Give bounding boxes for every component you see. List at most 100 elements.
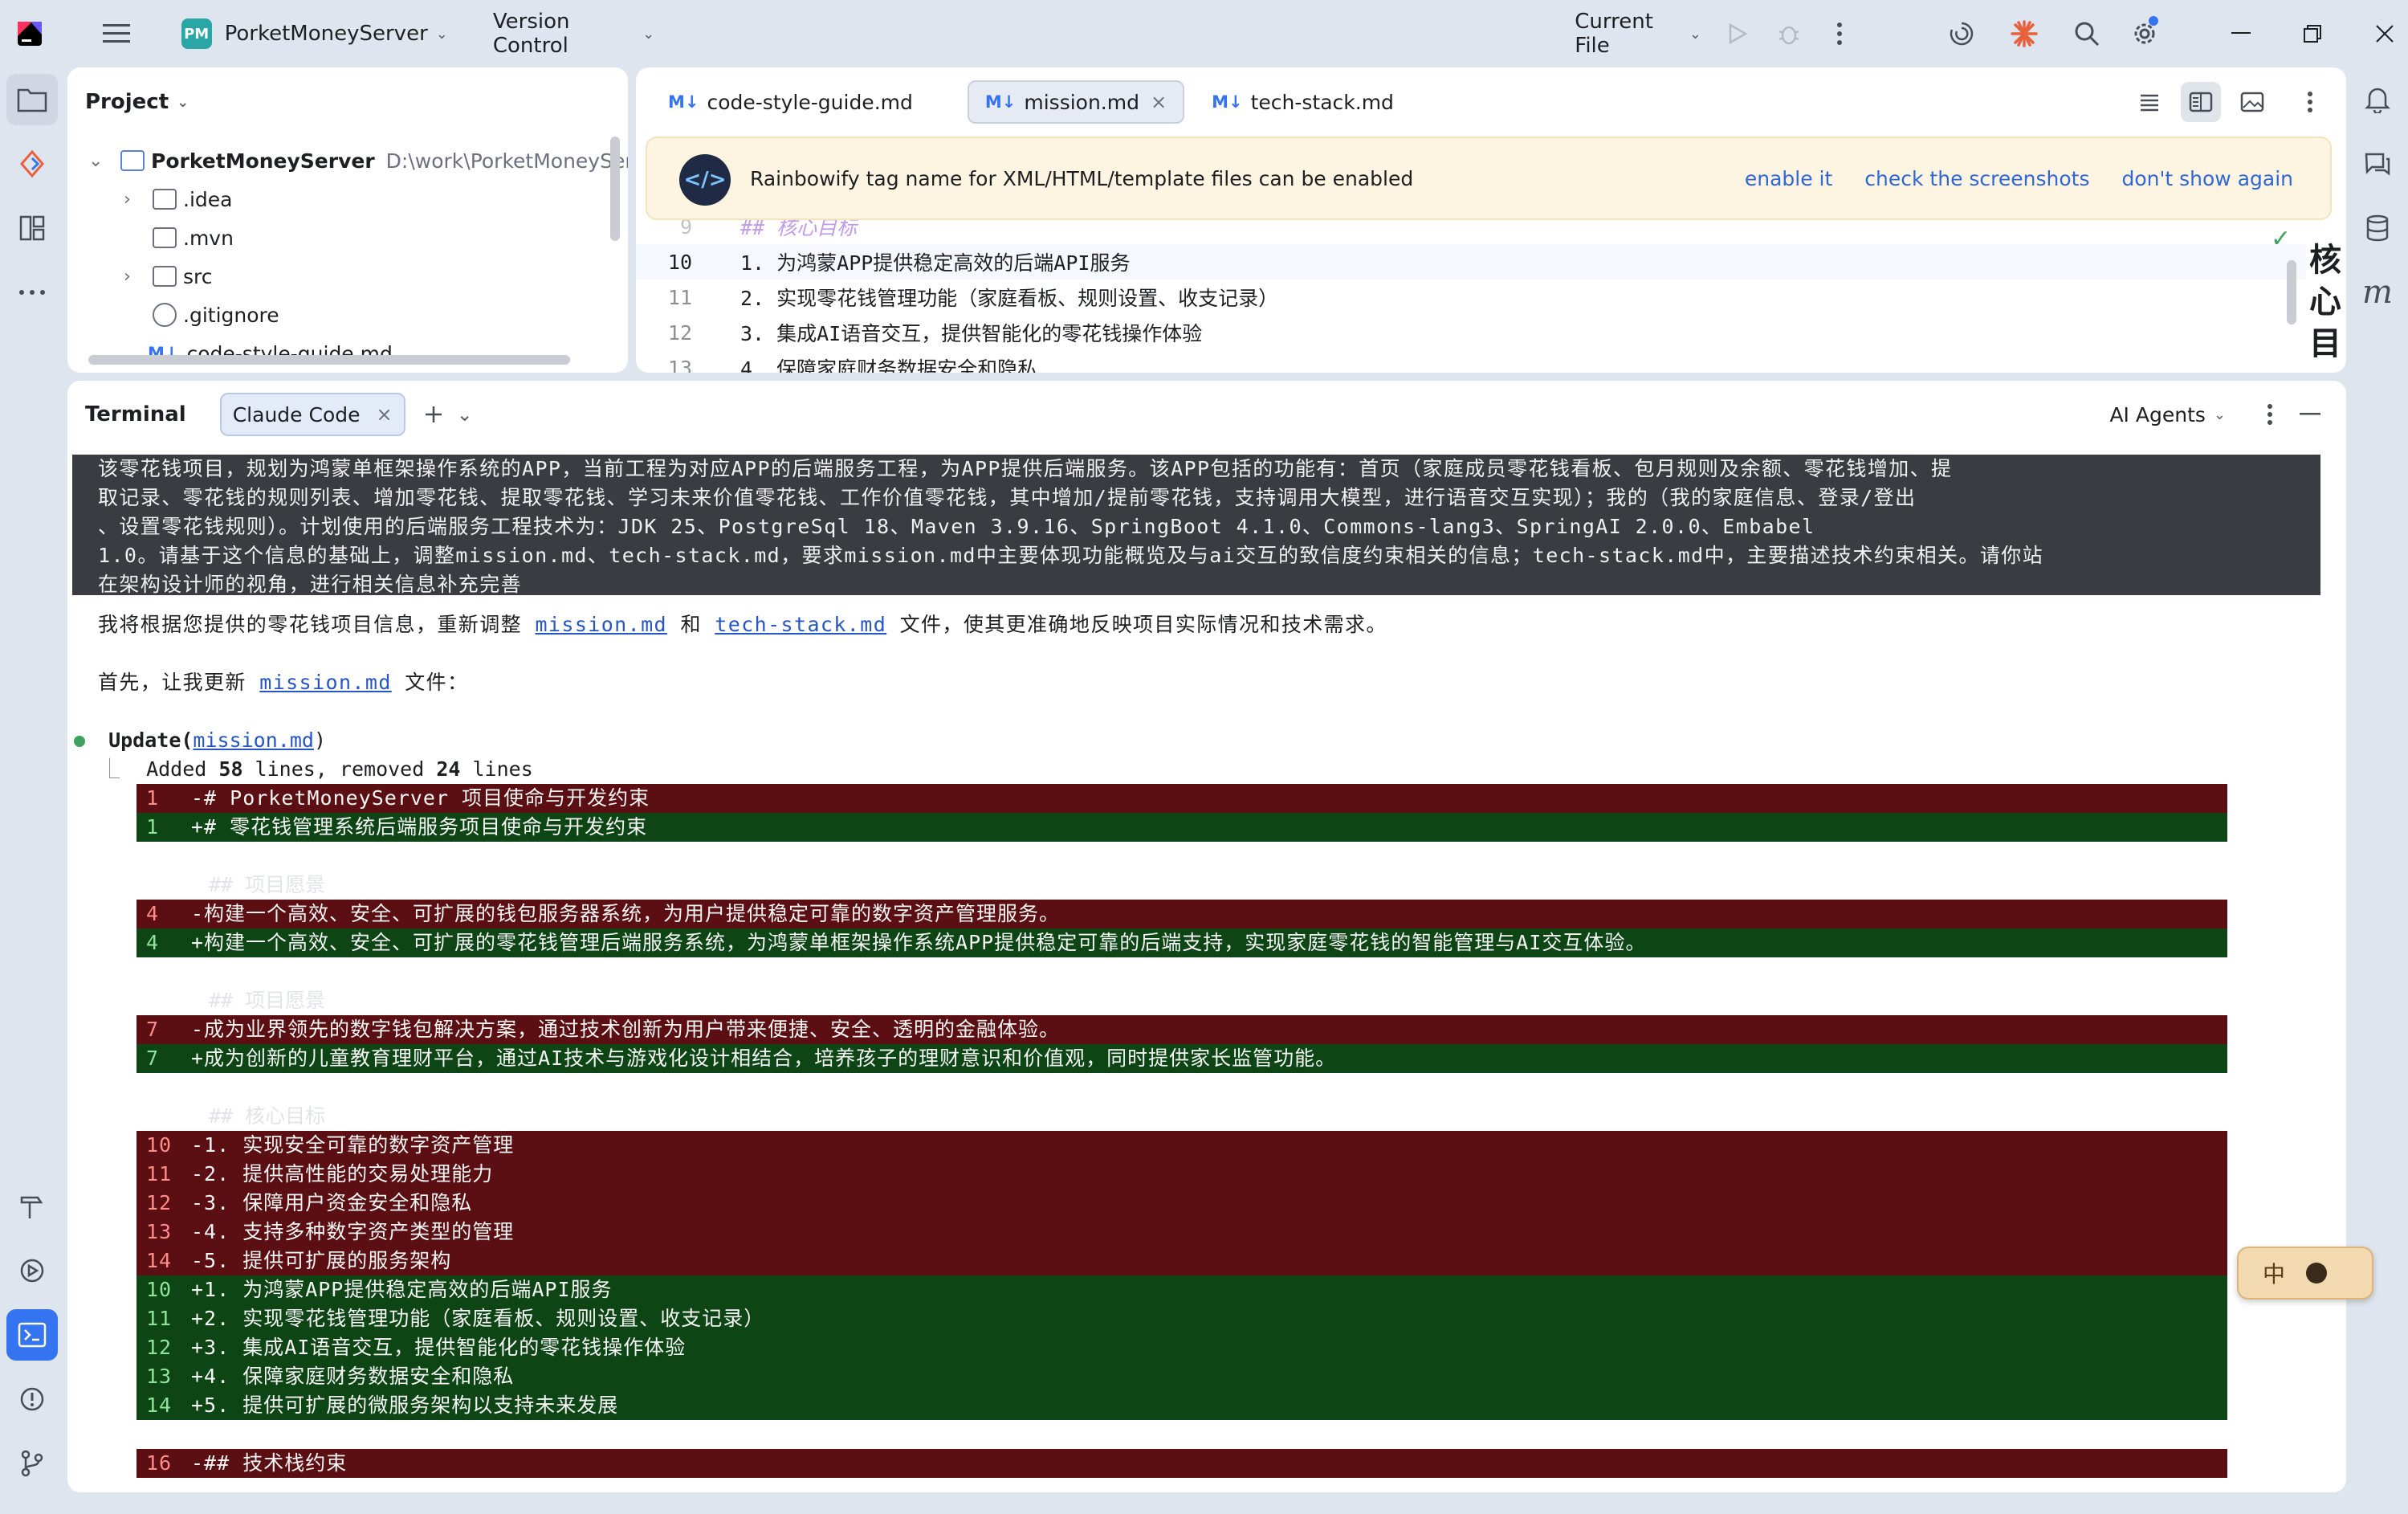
ai-agents-selector[interactable]: AI Agents ⌄: [2109, 403, 2226, 426]
project-tool-icon[interactable]: [6, 74, 58, 125]
tree-item[interactable]: › .idea: [124, 180, 232, 218]
mission-md-link[interactable]: mission.md: [535, 613, 667, 636]
diff-line-removed: 14 -5. 提供可扩展的服务架构: [136, 1247, 2227, 1275]
gitee-icon[interactable]: [6, 138, 58, 190]
project-panel-header[interactable]: Project ⌄: [67, 67, 628, 137]
code-text: 3. 集成AI语音交互，提供智能化的零花钱操作体验: [740, 322, 1203, 345]
run-config-selector[interactable]: Current File ⌄: [1575, 10, 1701, 58]
new-terminal-icon[interactable]: [414, 394, 454, 435]
settings-icon[interactable]: [2121, 8, 2168, 59]
editor-more-icon[interactable]: [2290, 82, 2330, 122]
more-actions-icon[interactable]: [1817, 8, 1864, 59]
tree-item[interactable]: M↓ code-style-guide.md: [148, 334, 393, 373]
vertical-scrollbar[interactable]: [610, 137, 620, 241]
tab-tech-stack[interactable]: M↓ tech-stack.md: [1196, 80, 1410, 124]
git-branch-icon[interactable]: [6, 1438, 58, 1489]
terminal-more-icon[interactable]: [2250, 394, 2290, 435]
diff-context-line: ## 项目愿景: [209, 873, 326, 896]
prompt-line: 该零花钱项目，规划为鸿蒙单框架操作系统的APP，当前工程为对应APP的后端服务工…: [98, 457, 1953, 480]
horizontal-scrollbar[interactable]: [88, 355, 570, 365]
tab-claude-code[interactable]: Claude Code ×: [219, 393, 405, 436]
tree-item-label: .gitignore: [183, 303, 279, 327]
chevron-right-icon: ›: [124, 189, 131, 210]
problems-icon[interactable]: [6, 1373, 58, 1425]
build-hammer-icon[interactable]: [6, 1181, 58, 1232]
project-name: PorketMoneyServer: [224, 22, 428, 46]
dont-show-again-link[interactable]: don't show again: [2122, 167, 2294, 190]
diff-line-added: 1 +# 零花钱管理系统后端服务项目使命与开发约束: [136, 813, 2227, 842]
terminal-output[interactable]: 该零花钱项目，规划为鸿蒙单框架操作系统的APP，当前工程为对应APP的后端服务工…: [72, 448, 2341, 1492]
diff-line-removed: 13 -4. 支持多种数字资产类型的管理: [136, 1218, 2227, 1247]
structure-icon[interactable]: [6, 202, 58, 254]
tree-item[interactable]: .mvn: [153, 218, 234, 257]
preview-char: 核: [2309, 242, 2341, 279]
tab-code-style-guide[interactable]: M↓ code-style-guide.md: [652, 80, 929, 124]
chevron-down-icon: ⌄: [435, 25, 448, 43]
markdown-preview: 核 心 目: [2304, 239, 2346, 365]
diff-context-line: ## 核心目标: [209, 1104, 326, 1128]
code-area[interactable]: 9 ## 核心目标 10 1. 为鸿蒙APP提供稳定高效的后端API服务 11 …: [636, 215, 2306, 373]
code-line: 12 3. 集成AI语音交互，提供智能化的零花钱操作体验: [636, 315, 1202, 350]
markdown-file-icon: M↓: [984, 92, 1017, 112]
maven-icon[interactable]: m: [2352, 267, 2403, 318]
search-icon[interactable]: [2064, 8, 2110, 59]
terminal-options-chevron-icon[interactable]: ⌄: [457, 403, 473, 426]
plugin-icon: </>: [679, 154, 731, 206]
preview-only-icon[interactable]: [2232, 82, 2272, 122]
preview-char: 目: [2309, 325, 2341, 362]
notifications-icon[interactable]: [2352, 74, 2403, 125]
mission-md-link[interactable]: mission.md: [259, 671, 392, 694]
chevron-down-icon: ⌄: [88, 150, 104, 171]
close-tab-icon[interactable]: ×: [376, 403, 392, 426]
enable-it-link[interactable]: enable it: [1745, 167, 1832, 190]
claude-icon[interactable]: [2001, 8, 2047, 59]
split-view-icon[interactable]: [2181, 82, 2221, 122]
editor-scrollbar[interactable]: [2287, 260, 2296, 324]
update-file-link[interactable]: mission.md: [193, 728, 314, 752]
tree-item-label: src: [183, 264, 213, 288]
minimize-window-icon[interactable]: [2218, 8, 2264, 59]
database-icon[interactable]: [2352, 202, 2403, 254]
module-folder-icon: [120, 150, 145, 171]
services-icon[interactable]: [6, 1245, 58, 1296]
close-tab-icon[interactable]: ×: [1151, 91, 1167, 113]
chevron-down-icon: ⌄: [2213, 406, 2226, 423]
inspection-ok-icon[interactable]: ✓: [2271, 225, 2291, 253]
update-dot: [2148, 16, 2158, 26]
terminal-tool-icon[interactable]: [6, 1309, 58, 1361]
code-text: 2. 实现零花钱管理功能（家庭看板、规则设置、收支记录）: [740, 287, 1279, 310]
diff-line-removed: 12 -3. 保障用户资金安全和隐私: [136, 1189, 2227, 1218]
check-screenshots-link[interactable]: check the screenshots: [1864, 167, 2089, 190]
version-control-menu[interactable]: Version Control ⌄: [493, 10, 654, 58]
tech-stack-md-link[interactable]: tech-stack.md: [715, 613, 886, 636]
more-tools-icon[interactable]: [6, 267, 58, 318]
tree-root[interactable]: ⌄ PorketMoneyServer D:\work\PorketMoneyS…: [88, 141, 628, 180]
diff-line-added: 11 +2. 实现零花钱管理功能（家庭看板、规则设置、收支记录）: [136, 1304, 2227, 1333]
project-switcher[interactable]: PM PorketMoneyServer ⌄: [181, 18, 448, 49]
prompt-line: 1.0。请基于这个信息的基础上，调整mission.md、tech-stack.…: [98, 544, 2044, 567]
folder-icon: [153, 189, 177, 210]
minimize-panel-icon[interactable]: [2290, 394, 2330, 435]
close-window-icon[interactable]: [2361, 8, 2408, 59]
restore-window-icon[interactable]: [2289, 8, 2336, 59]
main-menu-icon[interactable]: [93, 8, 140, 59]
editor-only-icon[interactable]: [2129, 82, 2170, 122]
tree-item[interactable]: .gitignore: [153, 296, 279, 334]
assistant-reply-line: 首先，让我更新 mission.md 文件：: [98, 671, 469, 694]
ime-indicator[interactable]: 中: [2237, 1247, 2373, 1300]
folder-icon: [153, 266, 177, 287]
diff-line-removed: 10 -1. 实现安全可靠的数字资产管理: [136, 1131, 2227, 1160]
diff-summary-line: ⎿ Added 58 lines, removed 24 lines: [100, 757, 533, 781]
tab-label: code-style-guide.md: [707, 90, 913, 114]
prompt-line: 取记录、零花钱的规则列表、增加零花钱、提取零花钱、学习未来价值零花钱、工作价值零…: [98, 486, 1917, 509]
ide-logo-icon[interactable]: [6, 8, 53, 59]
ai-chat-icon[interactable]: [2352, 138, 2403, 190]
tree-item[interactable]: › src: [124, 257, 213, 296]
tab-mission[interactable]: M↓ mission.md ×: [967, 80, 1185, 124]
ime-mascot-icon: [2306, 1263, 2328, 1283]
debug-icon[interactable]: [1766, 8, 1812, 59]
run-icon[interactable]: [1714, 8, 1761, 59]
left-tool-strip: [0, 67, 64, 1514]
diff-line-added: 4 +构建一个高效、安全、可扩展的零花钱管理后端服务系统，为鸿蒙单框架操作系统AP…: [136, 928, 2227, 957]
ai-assistant-icon[interactable]: [1938, 8, 1985, 59]
